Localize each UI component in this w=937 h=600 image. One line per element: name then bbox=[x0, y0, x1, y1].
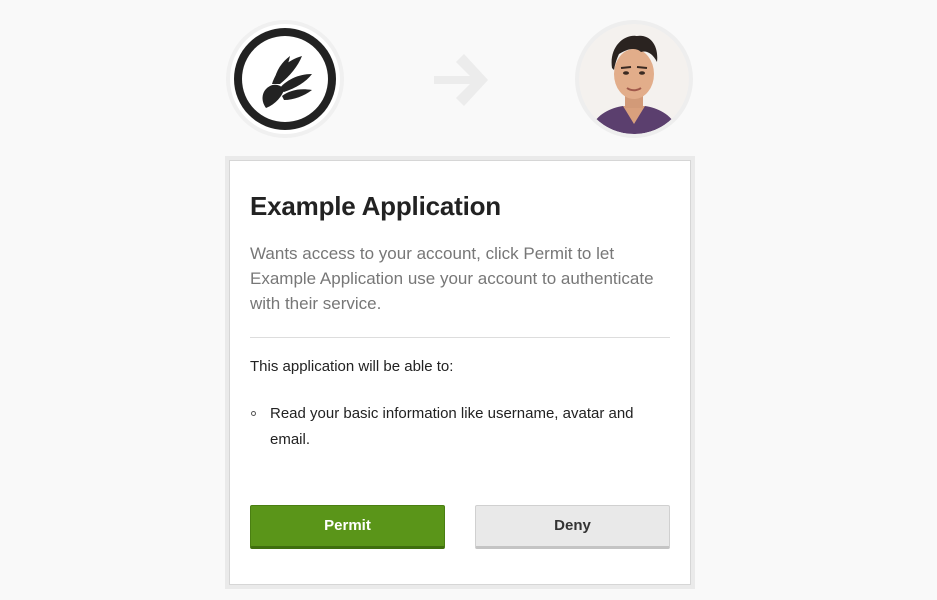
app-name-title: Example Application bbox=[250, 191, 501, 221]
authorization-card-frame: Example Application Wants access to your… bbox=[225, 156, 695, 589]
scope-item-label: Read your basic information like usernam… bbox=[270, 405, 634, 448]
deny-button[interactable]: Deny bbox=[475, 505, 670, 549]
divider bbox=[250, 337, 670, 338]
app-logo bbox=[226, 20, 344, 138]
winged-logo-icon bbox=[230, 24, 340, 134]
scope-item: Read your basic information like usernam… bbox=[250, 401, 670, 453]
authorization-card: Example Application Wants access to your… bbox=[229, 160, 691, 585]
app-description: Wants access to your account, click Perm… bbox=[250, 244, 654, 313]
arrow-right-icon bbox=[430, 50, 492, 110]
scope-list: Read your basic information like usernam… bbox=[250, 401, 670, 453]
scope-heading: This application will be able to: bbox=[250, 358, 454, 375]
user-avatar bbox=[575, 20, 693, 138]
permit-button[interactable]: Permit bbox=[250, 505, 445, 549]
user-avatar-photo bbox=[579, 24, 689, 134]
bullet-icon bbox=[251, 411, 256, 416]
